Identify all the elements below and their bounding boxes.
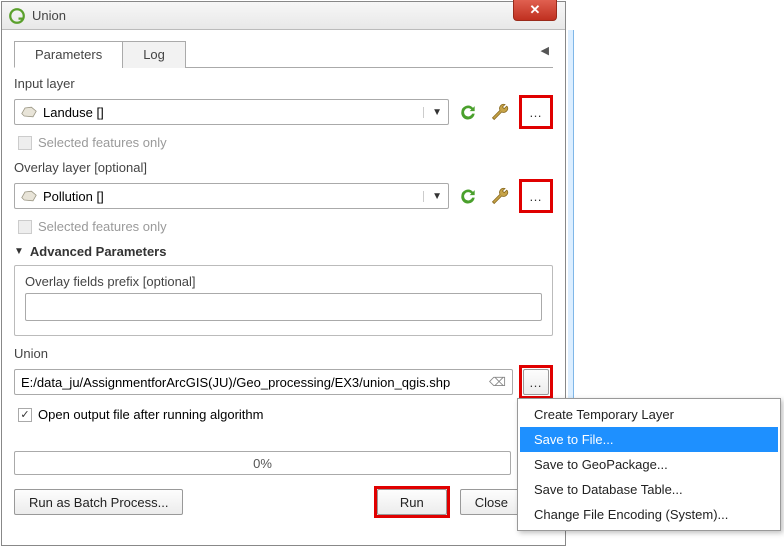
overlay-browse-highlight: …: [519, 179, 553, 213]
tab-parameters[interactable]: Parameters: [14, 41, 123, 68]
wrench-icon: [490, 102, 510, 122]
window-title: Union: [32, 8, 66, 23]
clear-icon[interactable]: ⌫: [489, 375, 506, 389]
input-selected-only-checkbox: [18, 136, 32, 150]
output-browse-button[interactable]: …: [523, 369, 549, 395]
refresh-icon: [458, 186, 478, 206]
output-browse-highlight: …: [519, 365, 553, 399]
close-button[interactable]: Close: [460, 489, 523, 515]
output-path-row: E:/data_ju/AssignmentforArcGIS(JU)/Geo_p…: [14, 365, 553, 399]
overlay-wrench-button[interactable]: [487, 183, 513, 209]
input-layer-label: Input layer: [14, 76, 553, 91]
open-after-label: Open output file after running algorithm: [38, 407, 263, 422]
run-button-highlight: Run: [374, 486, 450, 518]
close-icon: ✕: [530, 2, 541, 18]
titlebar: Union ✕: [2, 2, 565, 30]
output-path-input[interactable]: E:/data_ju/AssignmentforArcGIS(JU)/Geo_p…: [14, 369, 513, 395]
browse-icon: …: [529, 189, 543, 204]
input-browse-button[interactable]: …: [523, 99, 549, 125]
union-dialog: Union ✕ Parameters Log ◀ Input layer Lan…: [1, 1, 566, 546]
advanced-parameters-header[interactable]: ▼ Advanced Parameters: [14, 244, 553, 259]
polygon-icon: [21, 106, 37, 118]
input-layer-combo[interactable]: Landuse [] ▼: [14, 99, 449, 125]
expand-triangle-icon: ▼: [14, 246, 24, 257]
overlay-selected-only-row: Selected features only: [18, 219, 553, 234]
window-close-button[interactable]: ✕: [513, 0, 557, 21]
background-panel-edge: [568, 30, 574, 410]
run-batch-button[interactable]: Run as Batch Process...: [14, 489, 183, 515]
browse-icon: …: [529, 375, 543, 390]
input-layer-value: Landuse []: [43, 105, 104, 120]
open-after-row: ✓ Open output file after running algorit…: [18, 407, 553, 422]
input-selected-only-label: Selected features only: [38, 135, 167, 150]
menu-create-temporary-layer[interactable]: Create Temporary Layer: [520, 402, 778, 427]
overlay-selected-only-label: Selected features only: [38, 219, 167, 234]
dialog-body: Parameters Log ◀ Input layer Landuse [] …: [2, 30, 565, 545]
button-row: Run as Batch Process... Run Close Help: [14, 486, 553, 518]
chevron-down-icon: ▼: [423, 107, 442, 118]
output-label: Union: [14, 346, 553, 361]
open-after-checkbox[interactable]: ✓: [18, 408, 32, 422]
menu-change-file-encoding[interactable]: Change File Encoding (System)...: [520, 502, 778, 527]
browse-icon: …: [529, 105, 543, 120]
run-button[interactable]: Run: [377, 489, 447, 515]
advanced-parameters-label: Advanced Parameters: [30, 244, 167, 259]
overlay-layer-combo[interactable]: Pollution [] ▼: [14, 183, 449, 209]
output-context-menu: Create Temporary Layer Save to File... S…: [517, 398, 781, 531]
tab-bar: Parameters Log ◀: [14, 40, 553, 68]
wrench-icon: [490, 186, 510, 206]
qgis-icon: [8, 7, 26, 25]
polygon-icon: [21, 190, 37, 202]
progress-bar: 0%: [14, 451, 511, 475]
advanced-parameters-box: Overlay fields prefix [optional]: [14, 265, 553, 336]
menu-save-to-database-table[interactable]: Save to Database Table...: [520, 477, 778, 502]
input-wrench-button[interactable]: [487, 99, 513, 125]
overlay-layer-value: Pollution []: [43, 189, 104, 204]
prefix-label: Overlay fields prefix [optional]: [25, 274, 542, 289]
overlay-refresh-button[interactable]: [455, 183, 481, 209]
prefix-input[interactable]: [25, 293, 542, 321]
menu-save-to-file[interactable]: Save to File...: [520, 427, 778, 452]
input-selected-only-row: Selected features only: [18, 135, 553, 150]
overlay-selected-only-checkbox: [18, 220, 32, 234]
input-browse-highlight: …: [519, 95, 553, 129]
menu-save-to-geopackage[interactable]: Save to GeoPackage...: [520, 452, 778, 477]
collapse-help-icon[interactable]: ◀: [541, 44, 549, 57]
tab-log[interactable]: Log: [122, 41, 186, 68]
refresh-icon: [458, 102, 478, 122]
progress-row: 0% Cancel: [14, 450, 553, 476]
input-layer-row: Landuse [] ▼ …: [14, 95, 553, 129]
overlay-browse-button[interactable]: …: [523, 183, 549, 209]
progress-text: 0%: [253, 456, 272, 471]
input-refresh-button[interactable]: [455, 99, 481, 125]
output-path-value: E:/data_ju/AssignmentforArcGIS(JU)/Geo_p…: [21, 375, 450, 390]
overlay-layer-row: Pollution [] ▼ …: [14, 179, 553, 213]
overlay-layer-label: Overlay layer [optional]: [14, 160, 553, 175]
chevron-down-icon: ▼: [423, 191, 442, 202]
